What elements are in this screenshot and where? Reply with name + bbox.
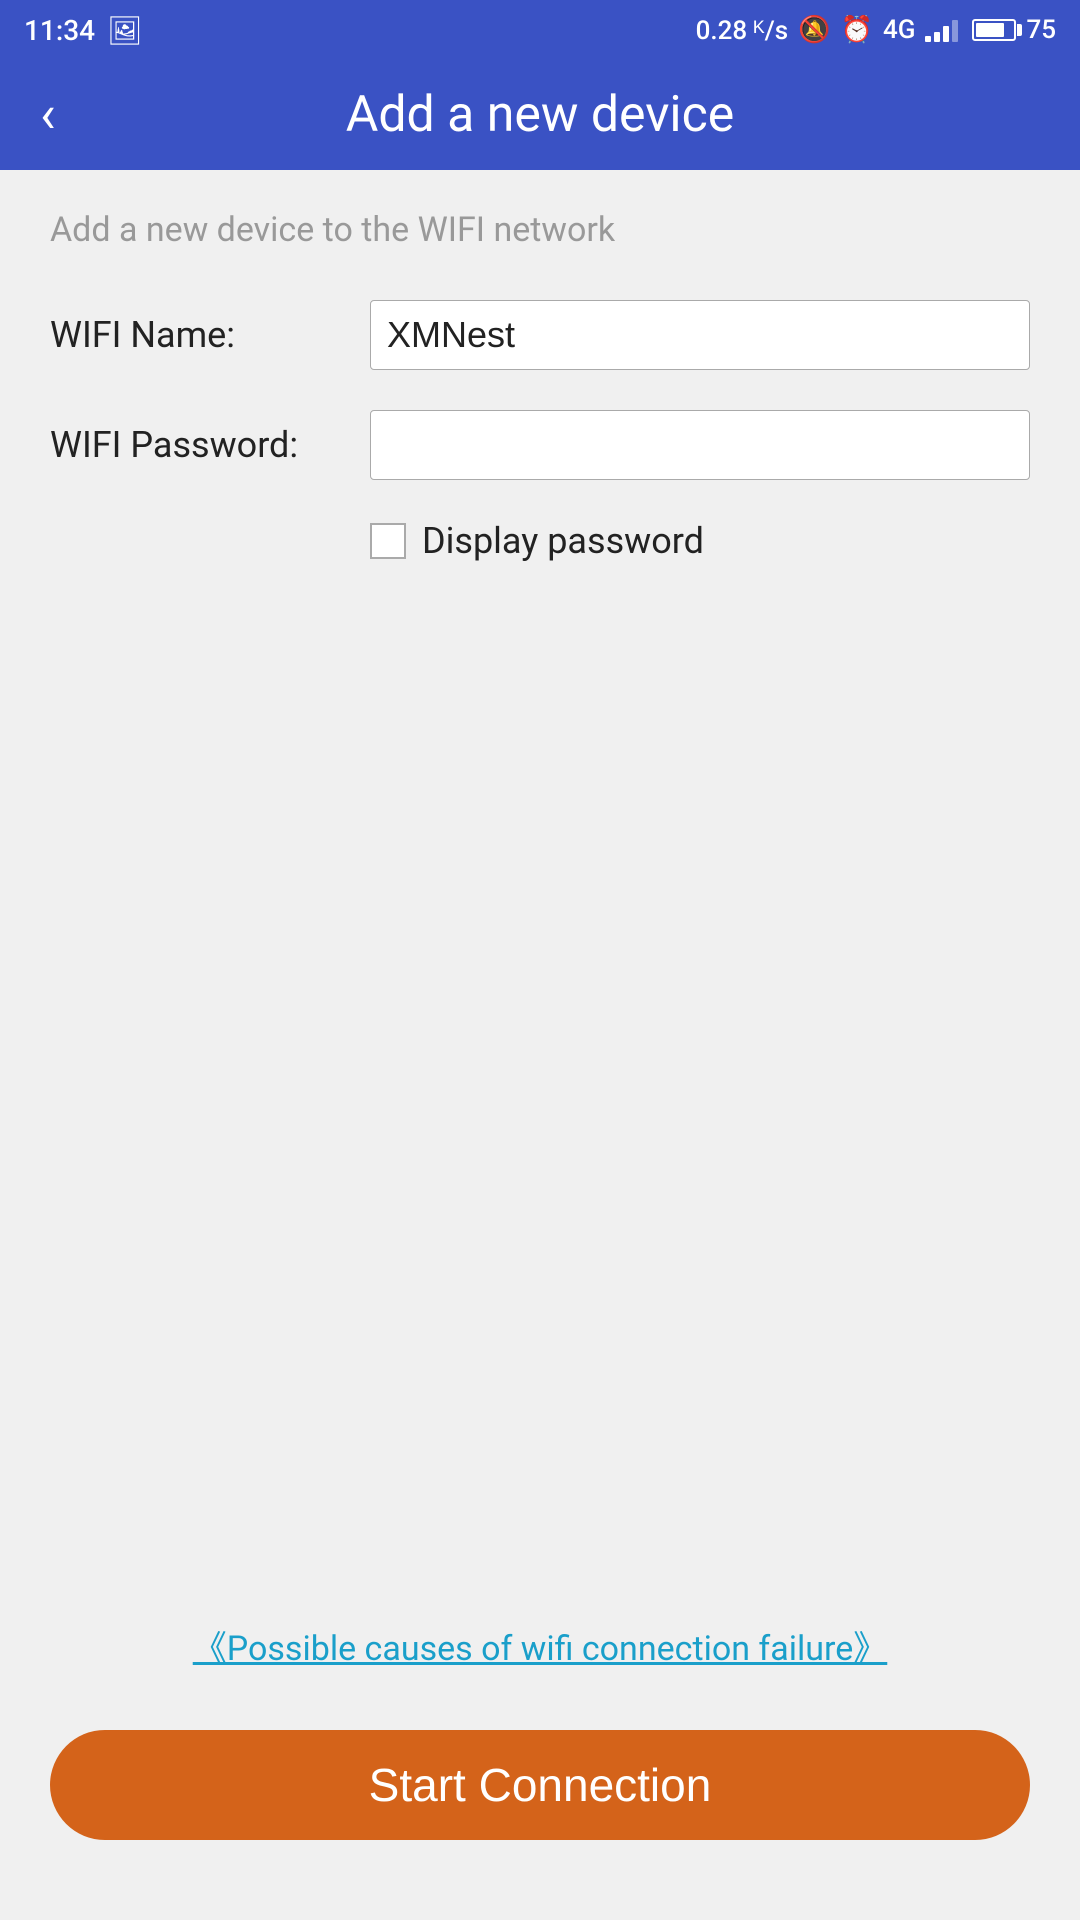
status-right: 0.28 ᴷ/s 🔕 ⏰ 4G 75	[696, 15, 1056, 46]
status-left: 11:34 🖼	[24, 14, 143, 47]
battery-icon	[972, 19, 1016, 41]
display-password-checkbox-container[interactable]: Display password	[370, 520, 704, 562]
wifi-name-input[interactable]	[370, 300, 1030, 370]
display-password-label: Display password	[422, 520, 704, 562]
display-password-checkbox[interactable]	[370, 523, 406, 559]
wifi-name-row: WIFI Name:	[50, 300, 1030, 370]
status-bar: 11:34 🖼 0.28 ᴷ/s 🔕 ⏰ 4G 75	[0, 0, 1080, 60]
screenshot-icon: 🖼	[107, 14, 143, 47]
spacer	[50, 592, 1030, 1621]
form-section: WIFI Name: WIFI Password: Display passwo…	[50, 300, 1030, 592]
back-button[interactable]: ‹	[30, 79, 66, 151]
alarm-icon: ⏰	[841, 15, 873, 45]
subtitle: Add a new device to the WIFI network	[50, 210, 1030, 250]
mute-icon: 🔕	[798, 15, 830, 45]
wifi-failure-link[interactable]: 《Possible causes of wifi connection fail…	[50, 1621, 1030, 1670]
network-type-label: 4G	[883, 15, 916, 45]
page-title: Add a new device	[346, 86, 735, 144]
wifi-name-label: WIFI Name:	[50, 314, 370, 356]
display-password-row: Display password	[370, 520, 1030, 562]
start-connection-button[interactable]: Start Connection	[50, 1730, 1030, 1840]
battery-level: 75	[1026, 15, 1056, 45]
wifi-password-row: WIFI Password:	[50, 410, 1030, 480]
status-time: 11:34	[24, 14, 95, 47]
signal-icon	[925, 18, 958, 42]
main-content: Add a new device to the WIFI network WIF…	[0, 170, 1080, 1920]
header: ‹ Add a new device	[0, 60, 1080, 170]
network-speed: 0.28 ᴷ/s	[696, 15, 789, 46]
wifi-password-label: WIFI Password:	[50, 424, 370, 466]
wifi-password-input[interactable]	[370, 410, 1030, 480]
